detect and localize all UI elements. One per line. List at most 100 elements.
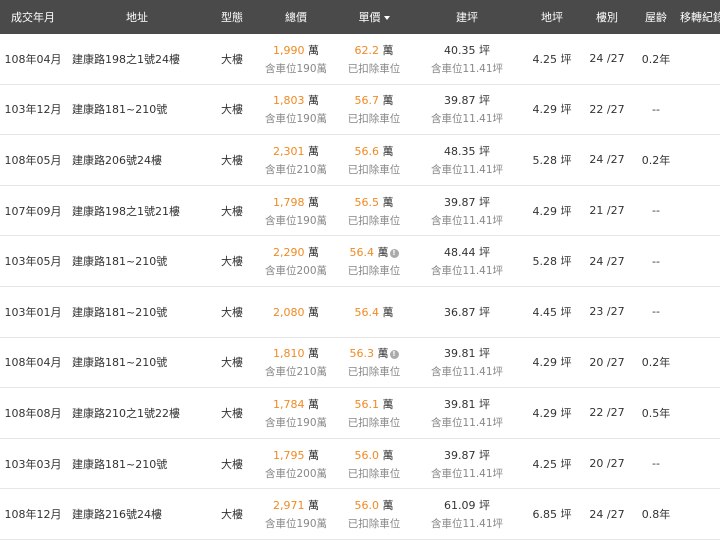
total-price-unit: 萬 [308, 347, 319, 361]
cell-building-area: 48.44 坪 含車位11.41坪 [412, 244, 522, 278]
sort-desc-icon[interactable] [383, 16, 390, 20]
table-row[interactable]: 108年04月 建康路181~210號 大樓 1,810 萬 含車位210萬 5… [0, 338, 720, 389]
total-note: 含車位210萬 [264, 366, 328, 379]
total-price-unit: 萬 [308, 305, 319, 319]
col-date[interactable]: 成交年月 [0, 9, 66, 25]
cell-building-area: 36.87 坪 [412, 304, 522, 320]
col-address[interactable]: 地址 [66, 9, 208, 25]
unit-price-unit: 萬 [382, 94, 394, 108]
cell-unit-price: 56.4 萬 [336, 304, 412, 320]
col-land-area[interactable]: 地坪 [522, 9, 582, 25]
area-note: 含車位11.41坪 [430, 113, 504, 126]
cell-building-area: 39.81 坪 含車位11.41坪 [412, 345, 522, 379]
unit-note: 已扣除車位 [347, 416, 401, 429]
col-floor[interactable]: 樓別 [582, 9, 632, 25]
table-row[interactable]: 103年12月 建康路181~210號 大樓 1,803 萬 含車位190萬 5… [0, 85, 720, 136]
unit-price-unit: 萬 [382, 448, 394, 462]
unit-price-unit: 萬 [382, 499, 394, 513]
col-transfer-history[interactable]: 移轉紀錄 [680, 9, 720, 25]
total-price-unit: 萬 [308, 195, 319, 209]
cell-total-price: 1,784 萬 含車位190萬 [256, 396, 336, 430]
table-row[interactable]: 108年04月 建康路198之1號24樓 大樓 1,990 萬 含車位190萬 … [0, 34, 720, 85]
cell-floor: 22 /27 [589, 406, 625, 420]
cell-unit-price: 56.0 萬 已扣除車位 [336, 497, 412, 531]
cell-address[interactable]: 建康路181~210號 [66, 456, 208, 472]
area-note: 含車位11.41坪 [430, 214, 504, 227]
unit-price-value: 56.4 [354, 305, 380, 319]
cell-address[interactable]: 建康路198之1號24樓 [66, 51, 208, 67]
unit-price-value: 56.6 [354, 144, 380, 158]
cell-land-area: 4.29 坪 [532, 356, 572, 370]
cell-age: 0.2年 [641, 356, 671, 370]
col-type[interactable]: 型態 [208, 9, 256, 25]
total-price-value: 2,971 [273, 499, 305, 513]
cell-address[interactable]: 建康路216號24樓 [66, 506, 208, 522]
cell-land-area: 4.45 坪 [532, 305, 572, 319]
col-age[interactable]: 屋齡 [632, 9, 680, 25]
col-building-area[interactable]: 建坪 [412, 9, 522, 25]
table-row[interactable]: 107年09月 建康路198之1號21樓 大樓 1,798 萬 含車位190萬 … [0, 186, 720, 237]
cell-unit-price: 56.4 萬! 已扣除車位 [336, 244, 412, 278]
cell-floor: 22 /27 [589, 102, 625, 116]
cell-type: 大樓 [221, 457, 243, 471]
cell-building-area: 61.09 坪 含車位11.41坪 [412, 497, 522, 531]
table-row[interactable]: 108年12月 建康路216號24樓 大樓 2,971 萬 含車位190萬 56… [0, 489, 720, 540]
total-price-value: 1,795 [273, 448, 305, 462]
building-area-value: 39.87 坪 [444, 94, 490, 108]
table-row[interactable]: 108年05月 建康路206號24樓 大樓 2,301 萬 含車位210萬 56… [0, 135, 720, 186]
total-price-unit: 萬 [308, 94, 319, 108]
total-note: 含車位190萬 [264, 113, 328, 126]
cell-building-area: 39.81 坪 含車位11.41坪 [412, 396, 522, 430]
total-note: 含車位190萬 [264, 214, 328, 227]
total-note: 含車位200萬 [264, 467, 328, 480]
total-price-unit: 萬 [308, 144, 319, 158]
cell-land-area: 4.25 坪 [532, 52, 572, 66]
cell-address[interactable]: 建康路198之1號21樓 [66, 203, 208, 219]
area-note: 含車位11.41坪 [430, 265, 504, 278]
transaction-table: 成交年月 地址 型態 總價 單價 建坪 地坪 樓別 屋齡 移轉紀錄 108年04… [0, 0, 720, 540]
table-row[interactable]: 103年01月 建康路181~210號 大樓 2,080 萬 56.4 萬 36… [0, 287, 720, 338]
building-area-value: 39.81 坪 [444, 397, 490, 411]
table-row[interactable]: 103年05月 建康路181~210號 大樓 2,290 萬 含車位200萬 5… [0, 236, 720, 287]
total-price-unit: 萬 [308, 448, 319, 462]
total-price-unit: 萬 [308, 397, 319, 411]
cell-total-price: 2,080 萬 [256, 304, 336, 320]
unit-note: 已扣除車位 [347, 518, 401, 531]
area-note: 含車位11.41坪 [430, 467, 504, 480]
info-icon[interactable]: ! [389, 248, 399, 258]
table-row[interactable]: 103年03月 建康路181~210號 大樓 1,795 萬 含車位200萬 5… [0, 439, 720, 490]
cell-address[interactable]: 建康路210之1號22樓 [66, 405, 208, 421]
cell-address[interactable]: 建康路181~210號 [66, 354, 208, 370]
table-header: 成交年月 地址 型態 總價 單價 建坪 地坪 樓別 屋齡 移轉紀錄 [0, 0, 720, 34]
cell-age: 0.5年 [641, 406, 671, 420]
unit-note: 已扣除車位 [347, 163, 401, 176]
cell-address[interactable]: 建康路181~210號 [66, 101, 208, 117]
cell-age: 0.2年 [641, 52, 671, 66]
info-icon[interactable]: ! [389, 349, 399, 359]
cell-type: 大樓 [221, 356, 243, 370]
unit-price-value: 56.4 [349, 246, 375, 260]
cell-address[interactable]: 建康路181~210號 [66, 253, 208, 269]
total-note: 含車位200萬 [264, 265, 328, 278]
unit-price-unit: 萬 [377, 246, 389, 260]
area-note: 含車位11.41坪 [430, 518, 504, 531]
cell-floor: 24 /27 [589, 52, 625, 66]
cell-total-price: 2,290 萬 含車位200萬 [256, 244, 336, 278]
col-unit-price-label[interactable]: 單價 [359, 11, 381, 24]
cell-address[interactable]: 建康路206號24樓 [66, 152, 208, 168]
cell-land-area: 5.28 坪 [532, 153, 572, 167]
total-price-value: 1,798 [273, 195, 305, 209]
cell-total-price: 1,803 萬 含車位190萬 [256, 92, 336, 126]
col-total-price[interactable]: 總價 [256, 9, 336, 25]
table-row[interactable]: 108年08月 建康路210之1號22樓 大樓 1,784 萬 含車位190萬 … [0, 388, 720, 439]
cell-type: 大樓 [221, 305, 243, 319]
cell-address[interactable]: 建康路181~210號 [66, 304, 208, 320]
total-price-value: 1,784 [273, 397, 305, 411]
cell-total-price: 2,301 萬 含車位210萬 [256, 143, 336, 177]
cell-type: 大樓 [221, 508, 243, 522]
unit-note: 已扣除車位 [347, 62, 401, 75]
col-unit-price[interactable]: 單價 [336, 9, 412, 25]
cell-land-area: 4.29 坪 [532, 103, 572, 117]
unit-price-unit: 萬 [382, 305, 394, 319]
cell-building-area: 48.35 坪 含車位11.41坪 [412, 143, 522, 177]
